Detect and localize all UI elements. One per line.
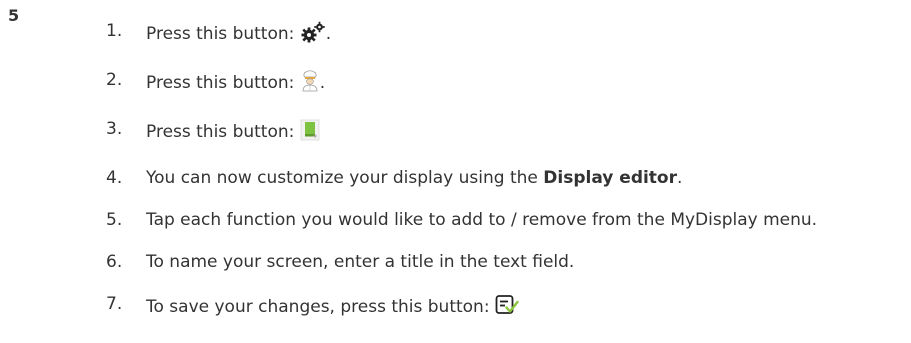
- step-text: Tap each function you would like to add …: [146, 210, 818, 230]
- gears-icon: [300, 21, 326, 49]
- chef-icon: [300, 70, 320, 98]
- step-number: 4.: [106, 168, 123, 188]
- step-item: 5. Tap each function you would like to a…: [106, 210, 896, 231]
- step-number: 3.: [106, 119, 123, 139]
- instruction-steps: 1. Press this button: . 2. Press this bu…: [106, 21, 896, 343]
- step-item: 4. You can now customize your display us…: [106, 168, 896, 189]
- step-text: Press this button:: [146, 21, 896, 49]
- page-number: 5: [8, 6, 20, 25]
- display-editor-term: Display editor: [543, 168, 677, 188]
- step-text: You can now customize your display using…: [146, 168, 683, 188]
- display-editor-icon: [300, 119, 320, 147]
- step-text: Press this button:: [146, 119, 896, 147]
- step-text: To name your screen, enter a title in th…: [146, 252, 575, 272]
- step-item: 7. To save your changes, press this butt…: [106, 294, 896, 322]
- step-number: 1.: [106, 21, 123, 41]
- step-item: 1. Press this button: .: [106, 21, 896, 49]
- step-item: 2. Press this button: .: [106, 70, 896, 98]
- step-number: 2.: [106, 70, 123, 90]
- step-text: Press this button: .: [146, 70, 896, 98]
- step-number: 6.: [106, 252, 123, 272]
- step-number: 5.: [106, 210, 123, 230]
- step-text: To save your changes, press this button:: [146, 294, 896, 322]
- step-number: 7.: [106, 294, 123, 314]
- step-item: 6. To name your screen, enter a title in…: [106, 252, 896, 273]
- save-changes-icon: [495, 294, 519, 322]
- step-item: 3. Press this button:: [106, 119, 896, 147]
